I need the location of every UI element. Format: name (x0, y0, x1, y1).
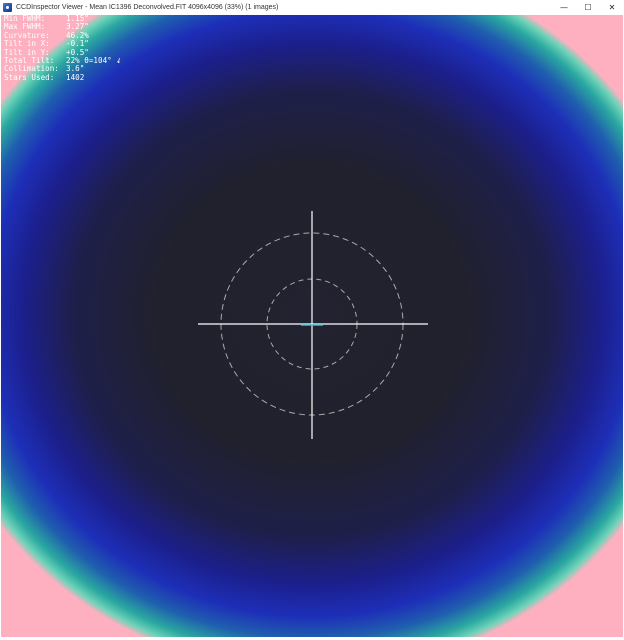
close-button[interactable]: ✕ (600, 0, 624, 15)
collimation-overlay (198, 211, 428, 439)
ccdinspector-viewer-window: CCDInspector Viewer - Mean IC1396 Deconv… (0, 0, 624, 640)
app-icon (3, 3, 12, 12)
title-bar[interactable]: CCDInspector Viewer - Mean IC1396 Deconv… (0, 0, 624, 15)
window-title: CCDInspector Viewer - Mean IC1396 Deconv… (16, 4, 279, 11)
curvature-map-canvas[interactable]: Min FWHM: 1.15" Max FWHM: 3.27" Curvature:… (1, 15, 623, 637)
maximize-button[interactable]: ☐ (576, 0, 600, 15)
minimize-button[interactable]: — (552, 0, 576, 15)
window-controls: — ☐ ✕ (552, 0, 624, 15)
